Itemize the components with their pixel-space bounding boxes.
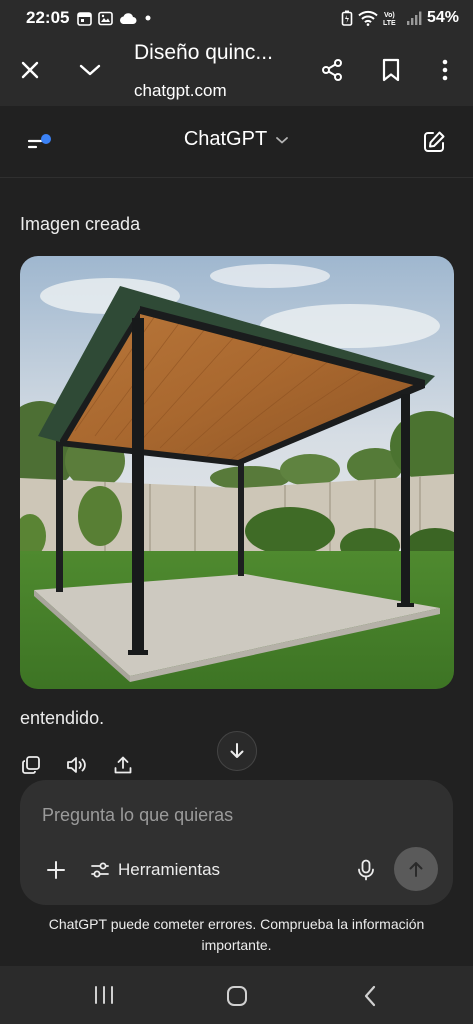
signal-icon <box>406 11 422 25</box>
back-button[interactable] <box>356 981 384 1011</box>
svg-text:Vo): Vo) <box>384 12 395 19</box>
bookmark-button[interactable] <box>375 54 407 86</box>
close-tab-button[interactable] <box>14 54 46 86</box>
gallery-icon <box>98 11 114 25</box>
back-chevron-icon <box>364 985 376 1007</box>
status-right: Vo) LTE 54% <box>341 9 459 27</box>
bookmark-icon <box>382 58 400 82</box>
message-actions <box>20 752 134 778</box>
share-message-button[interactable] <box>112 752 134 778</box>
more-options-button[interactable] <box>429 54 461 86</box>
read-aloud-button[interactable] <box>66 752 88 778</box>
pergola-image <box>20 256 454 689</box>
system-navigation-bar <box>0 966 473 1024</box>
status-bar: 22:05 Vo) LTE 54% <box>0 0 473 36</box>
send-button[interactable] <box>394 847 438 891</box>
tools-button[interactable]: Herramientas <box>90 856 220 884</box>
home-icon <box>227 986 247 1006</box>
minimize-tab-button[interactable] <box>74 54 106 86</box>
edit-icon <box>424 131 445 152</box>
close-icon <box>21 61 39 79</box>
composer: Herramientas <box>20 780 453 905</box>
chevron-down-icon <box>276 136 289 143</box>
recents-icon <box>95 986 113 1004</box>
more-vertical-icon <box>442 59 448 81</box>
tab-page-title: Diseño quinc... <box>134 41 273 64</box>
arrow-up-icon <box>409 862 423 877</box>
speaker-icon <box>67 757 86 773</box>
new-chat-button[interactable] <box>418 126 450 158</box>
microphone-icon <box>358 859 374 881</box>
share-icon <box>322 59 342 81</box>
voice-input-button[interactable] <box>352 856 380 884</box>
battery-saver-icon <box>341 10 353 26</box>
assistant-reply: entendido. <box>20 708 105 728</box>
dot-icon <box>145 15 151 21</box>
tab-url: chatgpt.com <box>134 81 227 100</box>
upload-icon <box>114 756 132 774</box>
home-button[interactable] <box>222 981 252 1011</box>
sliders-icon <box>91 862 109 878</box>
chevron-down-icon <box>79 64 101 76</box>
cloud-icon <box>120 12 137 24</box>
tools-label: Herramientas <box>118 860 221 879</box>
copy-button[interactable] <box>20 752 42 778</box>
scroll-to-bottom-button[interactable] <box>217 731 257 771</box>
volte-lte-icon: Vo)LTE <box>383 12 396 27</box>
attach-button[interactable] <box>42 856 70 884</box>
image-caption: Imagen creada <box>20 214 141 234</box>
app-header: ChatGPT <box>0 106 473 178</box>
status-left-icons <box>77 11 153 26</box>
disclaimer-text: ChatGPT puede cometer errores. Comprueba… <box>48 916 425 953</box>
copy-icon <box>22 756 40 774</box>
prompt-input[interactable] <box>42 802 422 828</box>
generated-image[interactable] <box>20 256 454 689</box>
browser-custom-tab-bar: Diseño quinc... chatgpt.com <box>0 36 473 106</box>
recent-apps-button[interactable] <box>90 982 118 1008</box>
arrow-down-icon <box>230 743 244 758</box>
calendar-icon <box>77 11 93 26</box>
wifi-icon <box>358 10 378 26</box>
model-selector[interactable]: ChatGPT <box>0 128 473 151</box>
plus-icon <box>47 861 65 879</box>
share-button[interactable] <box>316 54 348 86</box>
status-time: 22:05 <box>26 8 70 27</box>
model-label: ChatGPT <box>183 128 268 150</box>
battery-percentage: 54% <box>426 9 459 26</box>
svg-text:LTE: LTE <box>383 20 396 27</box>
